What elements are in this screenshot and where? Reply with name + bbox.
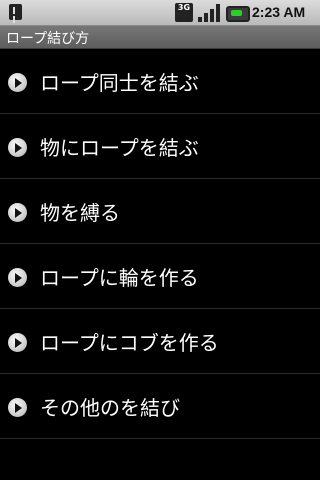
menu-list: ロープ同士を結ぶ 物にロープを結ぶ 物を縛る ロープに輪を作る ロープにコブを作… (0, 49, 320, 439)
chevron-right-icon (8, 138, 27, 157)
battery-icon (226, 6, 250, 22)
chevron-right-icon (8, 398, 27, 417)
signal-strength-icon (198, 3, 220, 22)
list-item-label: その他のを結び (40, 396, 180, 420)
network-type-label: 3G (177, 3, 191, 12)
list-item-label: ロープに輪を作る (40, 266, 199, 290)
list-item-label: 物にロープを結ぶ (40, 136, 199, 160)
list-item[interactable]: 物を縛る (0, 179, 320, 244)
list-item[interactable]: ロープに輪を作る (0, 244, 320, 309)
list-item-label: ロープ同士を結ぶ (40, 71, 199, 95)
chevron-right-icon (8, 268, 27, 287)
app-title: ロープ結び方 (6, 31, 90, 47)
list-item[interactable]: ロープ同士を結ぶ (0, 49, 320, 114)
list-item[interactable]: ロープにコブを作る (0, 309, 320, 374)
list-item-label: ロープにコブを作る (40, 331, 219, 355)
list-item[interactable]: その他のを結び (0, 374, 320, 439)
chevron-right-icon (8, 333, 27, 352)
status-time: 2:23 AM (252, 4, 306, 20)
list-item-label: 物を縛る (40, 201, 120, 225)
status-bar: 3G 2:23 AM (0, 0, 320, 26)
notification-icon (9, 4, 22, 20)
chevron-right-icon (8, 203, 27, 222)
list-item[interactable]: 物にロープを結ぶ (0, 114, 320, 179)
chevron-right-icon (8, 73, 27, 92)
app-title-bar: ロープ結び方 (0, 26, 320, 49)
network-3g-icon: 3G (175, 3, 193, 22)
